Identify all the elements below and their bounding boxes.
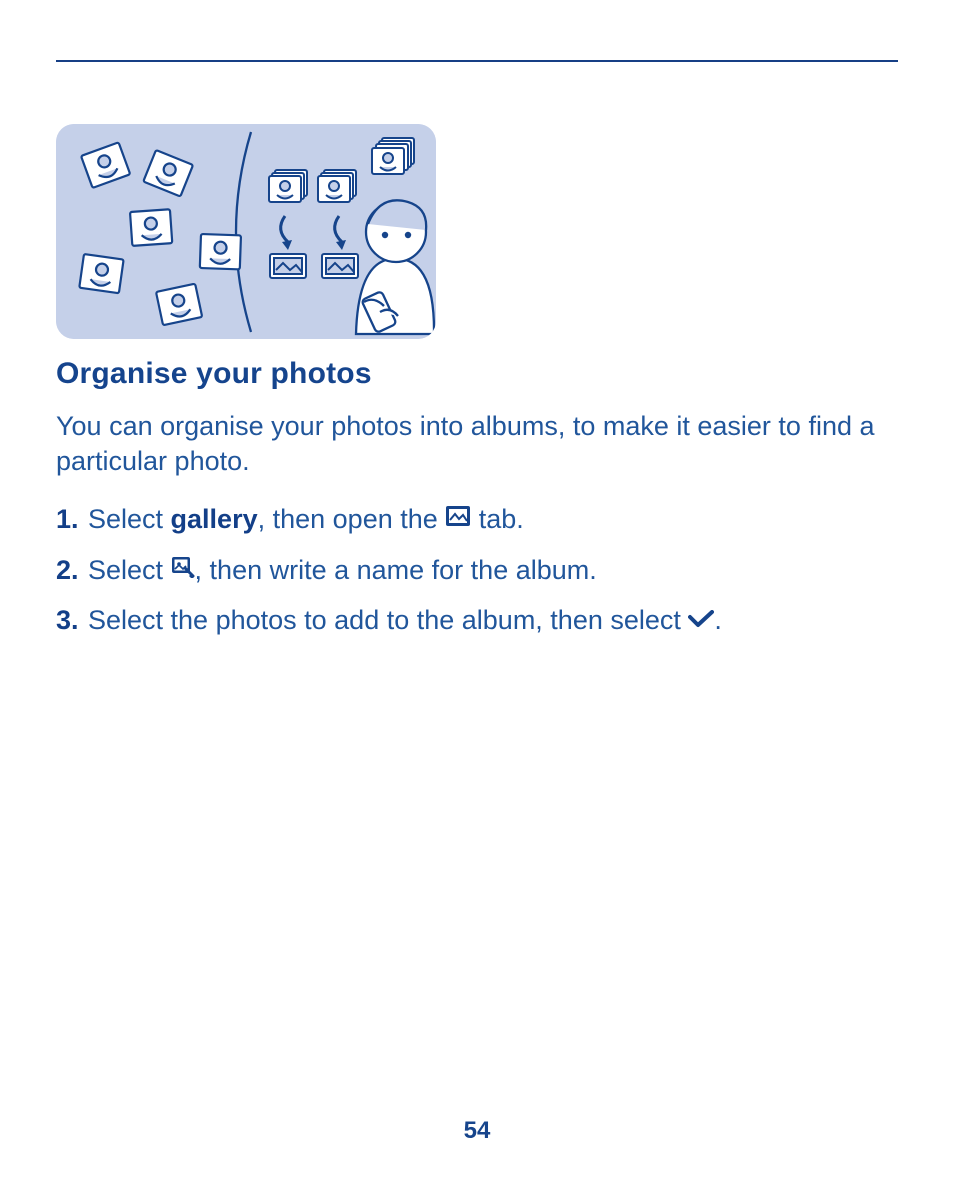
step-body: Select the photos to add to the album, t…	[88, 603, 898, 639]
step-number: 1.	[56, 502, 88, 537]
steps-list: 1. Select gallery, then open the tab. 2.…	[56, 502, 898, 639]
step-text: Select	[88, 555, 171, 585]
header-rule	[56, 60, 898, 62]
section-intro: You can organise your photos into albums…	[56, 409, 898, 478]
step-item: 1. Select gallery, then open the tab.	[56, 502, 898, 538]
section-title: Organise your photos	[56, 357, 898, 391]
page-number: 54	[0, 1117, 954, 1145]
step-number: 2.	[56, 553, 88, 588]
step-text: Select	[88, 504, 171, 534]
new-album-icon	[171, 552, 195, 587]
step-body: Select gallery, then open the tab.	[88, 502, 898, 538]
step-number: 3.	[56, 603, 88, 638]
organise-photos-illustration	[56, 124, 436, 339]
step-text: Select the photos to add to the album, t…	[88, 605, 688, 635]
step-text: , then open the	[258, 504, 446, 534]
step-text: , then write a name for the album.	[195, 555, 597, 585]
step-body: Select , then write a name for the album…	[88, 553, 898, 589]
step-item: 3. Select the photos to add to the album…	[56, 603, 898, 639]
done-check-icon	[688, 602, 714, 637]
image-tab-icon	[445, 501, 471, 536]
step-item: 2. Select , then write a name for the al…	[56, 553, 898, 589]
gallery-label: gallery	[171, 504, 258, 534]
step-text: tab.	[471, 504, 524, 534]
manual-page: Organise your photos You can organise yo…	[0, 0, 954, 1179]
step-text: .	[714, 605, 722, 635]
